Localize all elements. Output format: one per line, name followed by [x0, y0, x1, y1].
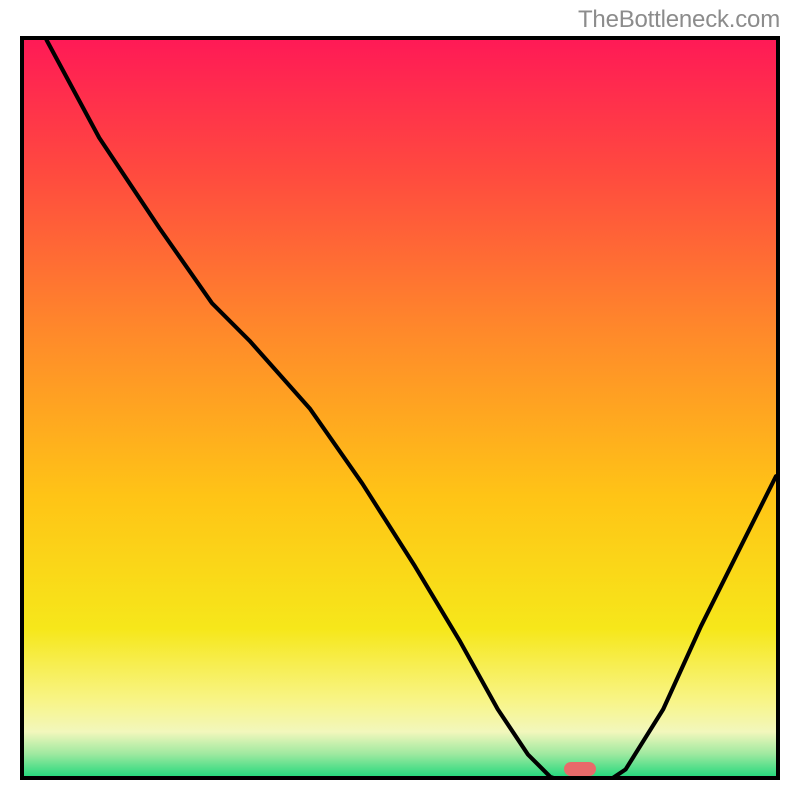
plot-area [20, 36, 780, 780]
bottleneck-curve [24, 40, 776, 780]
watermark-label: TheBottleneck.com [578, 6, 780, 34]
chart-container: TheBottleneck.com [0, 0, 800, 800]
optimal-marker [564, 762, 596, 776]
